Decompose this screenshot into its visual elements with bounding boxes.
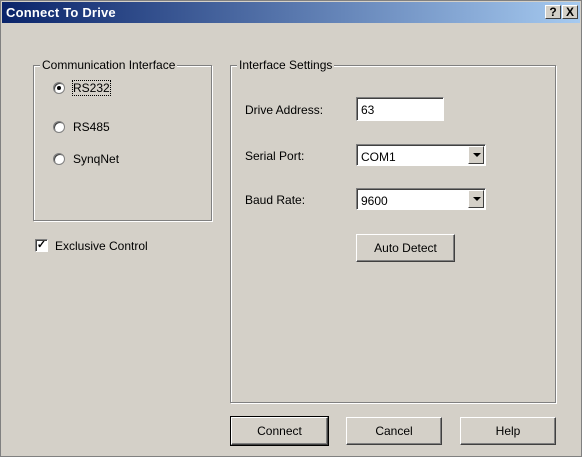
checkmark-icon: ✓ [36,239,47,251]
radio-synqnet[interactable] [53,153,65,165]
question-mark-icon: ? [549,5,557,19]
exclusive-control-label[interactable]: Exclusive Control [55,239,148,253]
radio-rs485-label[interactable]: RS485 [73,120,110,134]
title-bar: Connect To Drive ? X [2,2,580,23]
cancel-button[interactable]: Cancel [346,417,442,445]
drive-address-value: 63 [361,103,375,117]
close-x-icon: X [565,5,574,19]
drive-address-input[interactable]: 63 [356,97,444,121]
window-title: Connect To Drive [6,5,116,20]
interface-settings-legend: Interface Settings [237,58,335,72]
exclusive-control-checkbox[interactable]: ✓ [35,239,48,252]
communication-interface-legend: Communication Interface [40,58,178,72]
connect-button[interactable]: Connect [230,416,329,446]
baud-rate-select[interactable]: 9600 [356,188,486,210]
radio-rs232-label[interactable]: RS232 [72,80,111,96]
serial-port-dropdown-button[interactable] [468,146,484,164]
serial-port-label: Serial Port: [245,149,305,163]
chevron-down-icon [473,153,481,157]
radio-rs232[interactable] [53,82,65,94]
drive-address-label: Drive Address: [245,103,324,117]
radio-dot-icon [57,86,61,90]
radio-synqnet-label[interactable]: SynqNet [73,152,119,166]
chevron-down-icon [473,197,481,201]
baud-rate-label: Baud Rate: [245,193,306,207]
auto-detect-button[interactable]: Auto Detect [356,234,455,262]
help-button[interactable]: Help [460,417,556,445]
connect-to-drive-dialog: Connect To Drive ? X Communication Inter… [0,0,582,457]
serial-port-select[interactable]: COM1 [356,144,486,166]
baud-rate-dropdown-button[interactable] [468,190,484,208]
serial-port-value: COM1 [361,150,396,164]
help-title-button[interactable]: ? [545,5,561,19]
close-title-button[interactable]: X [562,5,578,19]
radio-rs485[interactable] [53,121,65,133]
baud-rate-value: 9600 [361,194,388,208]
